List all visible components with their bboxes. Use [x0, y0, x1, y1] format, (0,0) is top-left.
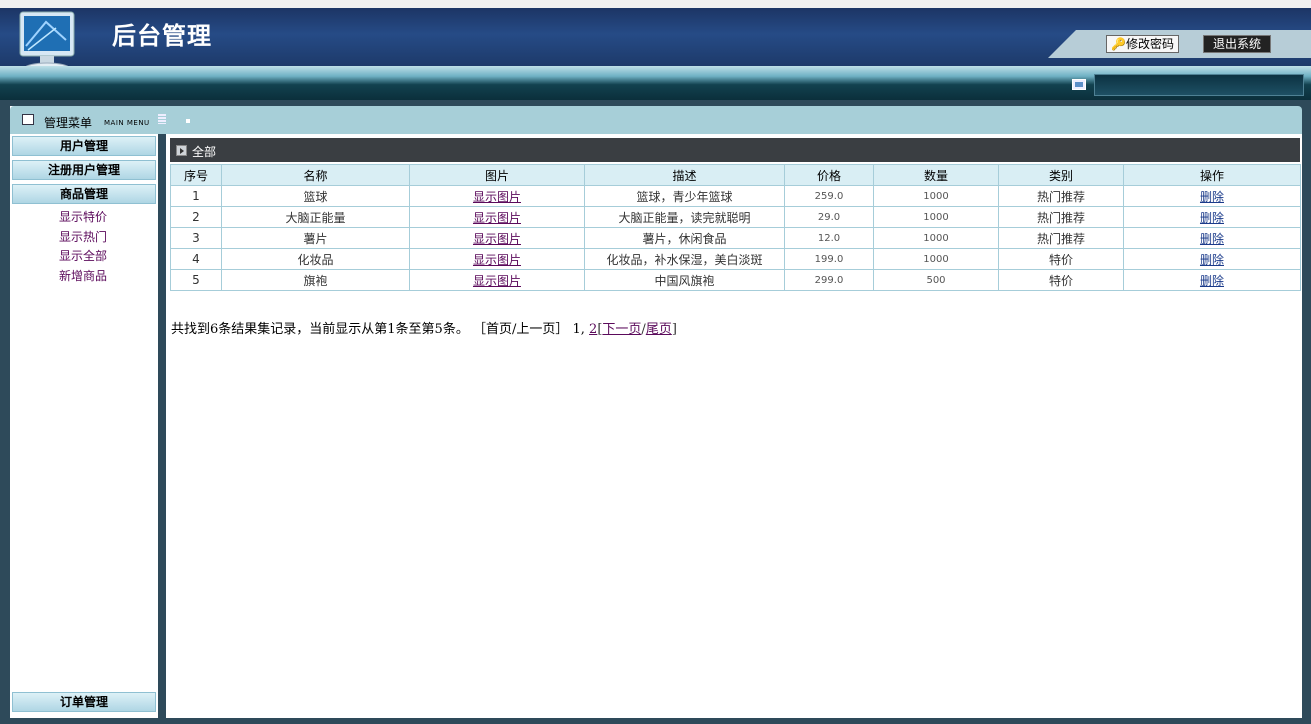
row-name: 旗袍: [221, 269, 410, 291]
row-image-cell: 显示图片: [409, 227, 585, 249]
breadcrumb: 全部: [170, 138, 1300, 162]
first-prev-disabled: ［首页/上一页］: [472, 322, 569, 337]
row-index: 1: [170, 185, 222, 207]
play-icon: [176, 145, 187, 156]
column-header-name: 名称: [221, 164, 410, 186]
row-price: 199.0: [784, 248, 874, 270]
row-description: 中国风旗袍: [584, 269, 785, 291]
row-quantity: 500: [873, 269, 999, 291]
status-box: [1094, 74, 1304, 96]
change-password-button[interactable]: 🔑修改密码: [1106, 35, 1179, 53]
menu-header: 管理菜单 MAIN MENU: [10, 106, 1302, 134]
row-category: 热门推荐: [998, 185, 1124, 207]
row-description: 化妆品，补水保湿，美白淡斑: [584, 248, 785, 270]
delete-link[interactable]: 删除: [1200, 232, 1224, 246]
row-action-cell: 删除: [1123, 185, 1301, 207]
menu-title: 管理菜单: [44, 116, 93, 130]
show-image-link[interactable]: 显示图片: [473, 253, 521, 267]
row-action-cell: 删除: [1123, 206, 1301, 228]
row-price: 12.0: [784, 227, 874, 249]
key-icon: 🔑: [1111, 37, 1126, 51]
row-action-cell: 删除: [1123, 248, 1301, 270]
row-description: 薯片，休闲食品: [584, 227, 785, 249]
column-header-action: 操作: [1123, 164, 1301, 186]
row-category: 热门推荐: [998, 206, 1124, 228]
sidebar-section-user-management[interactable]: 用户管理: [12, 136, 156, 156]
result-summary: 共找到6条结果集记录，当前显示从第1条至第5条。: [171, 322, 469, 337]
show-image-link[interactable]: 显示图片: [473, 232, 521, 246]
row-image-cell: 显示图片: [409, 185, 585, 207]
table-row: 2 大脑正能量 显示图片 大脑正能量，读完就聪明 29.0 1000 热门推荐 …: [170, 206, 1301, 228]
row-description: 篮球，青少年篮球: [584, 185, 785, 207]
show-image-link[interactable]: 显示图片: [473, 274, 521, 288]
row-price: 29.0: [784, 206, 874, 228]
sidebar-item-add-product[interactable]: 新增商品: [59, 267, 107, 284]
column-header-image: 图片: [409, 164, 585, 186]
row-index: 2: [170, 206, 222, 228]
sidebar-section-registered-users[interactable]: 注册用户管理: [12, 160, 156, 180]
row-image-cell: 显示图片: [409, 206, 585, 228]
header-tab-area: [1048, 30, 1311, 58]
logout-button[interactable]: 退出系统: [1203, 35, 1271, 53]
delete-link[interactable]: 删除: [1200, 253, 1224, 267]
sidebar-section-product-management[interactable]: 商品管理: [12, 184, 156, 204]
table-header-row: 序号 名称 图片 描述 价格 数量 类别 操作: [170, 164, 1301, 186]
row-index: 3: [170, 227, 222, 249]
row-price: 299.0: [784, 269, 874, 291]
row-name: 大脑正能量: [221, 206, 410, 228]
delete-link[interactable]: 删除: [1200, 274, 1224, 288]
menu-icon: [22, 114, 34, 125]
delete-link[interactable]: 删除: [1200, 211, 1224, 225]
list-icon: [158, 114, 166, 124]
row-quantity: 1000: [873, 206, 999, 228]
column-header-category: 类别: [998, 164, 1124, 186]
row-name: 薯片: [221, 227, 410, 249]
pagination: 共找到6条结果集记录，当前显示从第1条至第5条。 ［首页/上一页］ 1, 2[下…: [171, 322, 677, 337]
breadcrumb-label: 全部: [192, 145, 217, 159]
product-table: 序号 名称 图片 描述 价格 数量 类别 操作 1 篮球 显示图片 篮球，青少年…: [170, 164, 1301, 291]
sidebar-item-show-popular[interactable]: 显示热门: [59, 228, 107, 245]
column-header-index: 序号: [170, 164, 222, 186]
row-name: 篮球: [221, 185, 410, 207]
row-action-cell: 删除: [1123, 269, 1301, 291]
sidebar-item-show-all[interactable]: 显示全部: [59, 247, 107, 264]
row-description: 大脑正能量，读完就聪明: [584, 206, 785, 228]
row-price: 259.0: [784, 185, 874, 207]
row-index: 5: [170, 269, 222, 291]
row-category: 热门推荐: [998, 227, 1124, 249]
last-page-link[interactable]: 尾页: [646, 322, 672, 337]
table-row: 4 化妆品 显示图片 化妆品，补水保湿，美白淡斑 199.0 1000 特价 删…: [170, 248, 1301, 270]
row-index: 4: [170, 248, 222, 270]
row-quantity: 1000: [873, 248, 999, 270]
row-image-cell: 显示图片: [409, 248, 585, 270]
show-image-link[interactable]: 显示图片: [473, 190, 521, 204]
delete-link[interactable]: 删除: [1200, 190, 1224, 204]
page-title: 后台管理: [112, 21, 212, 50]
row-category: 特价: [998, 248, 1124, 270]
current-page: 1,: [572, 322, 585, 337]
row-quantity: 1000: [873, 227, 999, 249]
column-header-description: 描述: [584, 164, 785, 186]
row-category: 特价: [998, 269, 1124, 291]
bullet-icon: [186, 119, 190, 123]
row-image-cell: 显示图片: [409, 269, 585, 291]
column-header-quantity: 数量: [873, 164, 999, 186]
sidebar-section-order-management[interactable]: 订单管理: [12, 692, 156, 712]
row-quantity: 1000: [873, 185, 999, 207]
next-page-link[interactable]: 下一页: [602, 322, 641, 337]
show-image-link[interactable]: 显示图片: [473, 211, 521, 225]
table-row: 3 薯片 显示图片 薯片，休闲食品 12.0 1000 热门推荐 删除: [170, 227, 1301, 249]
column-header-price: 价格: [784, 164, 874, 186]
table-row: 5 旗袍 显示图片 中国风旗袍 299.0 500 特价 删除: [170, 269, 1301, 291]
row-name: 化妆品: [221, 248, 410, 270]
change-password-label: 修改密码: [1125, 37, 1174, 51]
row-action-cell: 删除: [1123, 227, 1301, 249]
sidebar-item-show-specials[interactable]: 显示特价: [59, 208, 107, 225]
menu-subtitle: MAIN MENU: [104, 119, 150, 127]
monitor-icon: [1072, 79, 1086, 90]
table-row: 1 篮球 显示图片 篮球，青少年篮球 259.0 1000 热门推荐 删除: [170, 185, 1301, 207]
